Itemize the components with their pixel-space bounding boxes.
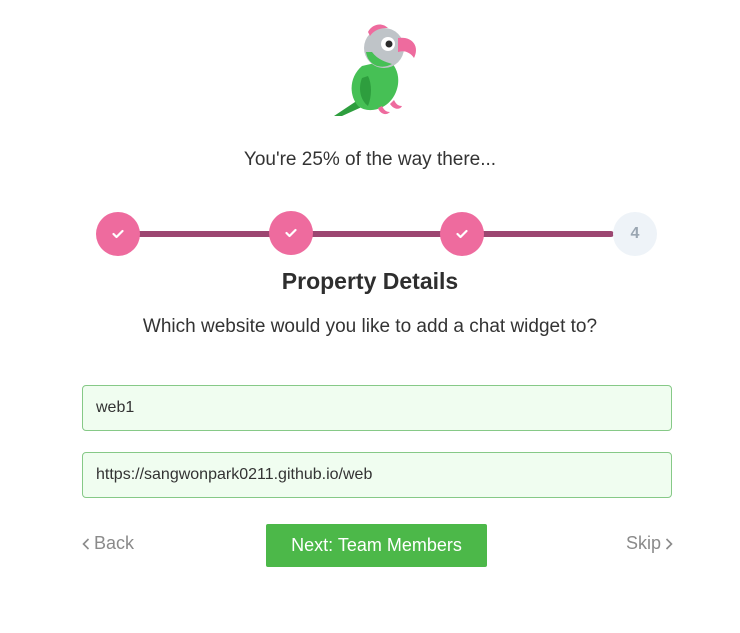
chevron-left-icon xyxy=(82,537,90,550)
skip-button[interactable]: Skip xyxy=(626,533,673,554)
page-title: Property Details xyxy=(281,268,459,294)
website-question: Which website would you like to add a ch… xyxy=(142,316,598,337)
step-2-complete xyxy=(269,211,313,255)
check-icon xyxy=(112,229,124,239)
onboarding-page: You're 25% of the way there... 4 Propert… xyxy=(0,0,740,633)
back-label: Back xyxy=(94,533,135,553)
progress-text: You're 25% of the way there... xyxy=(243,149,497,170)
step-number: 4 xyxy=(630,225,640,242)
step-4-current: 4 xyxy=(613,212,657,256)
parrot-mascot-icon xyxy=(334,24,417,116)
next-team-members-button[interactable]: Next: Team Members xyxy=(266,524,487,567)
step-3-complete xyxy=(440,212,484,256)
stepper-track xyxy=(118,231,614,237)
chevron-right-icon xyxy=(665,537,673,550)
skip-label: Skip xyxy=(626,533,662,553)
back-button[interactable]: Back xyxy=(82,533,134,554)
progress-stepper: 4 xyxy=(96,211,658,257)
step-1-complete xyxy=(96,212,140,256)
website-url-input[interactable] xyxy=(82,452,672,498)
check-icon xyxy=(285,228,297,238)
property-name-input[interactable] xyxy=(82,385,672,431)
check-icon xyxy=(456,229,468,239)
